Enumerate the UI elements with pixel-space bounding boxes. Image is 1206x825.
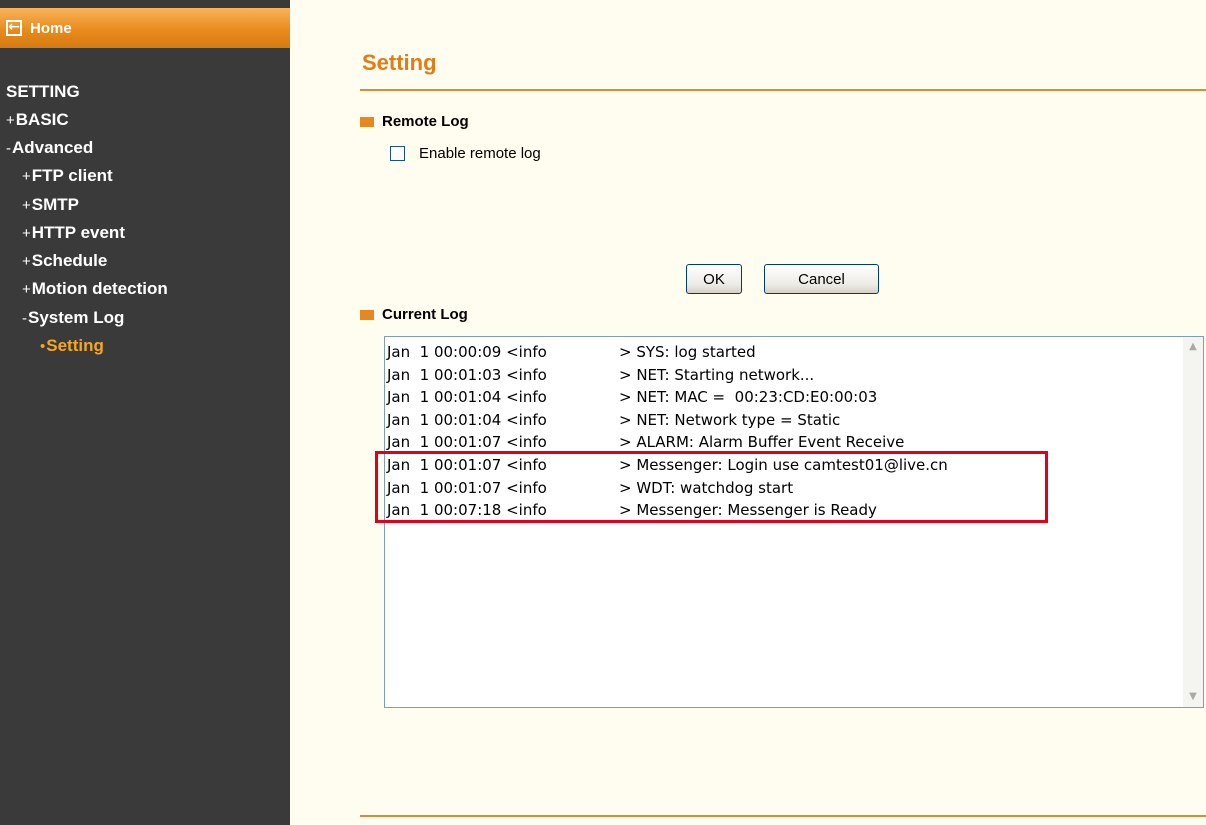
bullet-marker: • xyxy=(40,338,46,355)
sidebar-item-label: System Log xyxy=(28,308,125,327)
log-line: Jan 1 00:01:03 <info > NET: Starting netw… xyxy=(387,364,1181,387)
scroll-up-arrow-icon[interactable]: ▲ xyxy=(1185,339,1201,355)
home-label: Home xyxy=(30,19,72,37)
sidebar-item-label: FTP client xyxy=(31,166,113,185)
log-line: Jan 1 00:01:04 <info > NET: Network type … xyxy=(387,409,1181,432)
back-arrow-icon: ← xyxy=(6,20,22,36)
remote-log-heading-label: Remote Log xyxy=(382,113,469,130)
log-scrollbar[interactable]: ▲ ▼ xyxy=(1183,337,1203,707)
log-time: Jan 1 00:01:07 <info xyxy=(387,433,547,452)
log-time: Jan 1 00:01:03 <info xyxy=(387,365,547,384)
title-divider xyxy=(360,89,1206,91)
expand-marker: + xyxy=(22,281,31,298)
log-time: Jan 1 00:01:04 <info xyxy=(387,410,547,429)
expand-marker: + xyxy=(22,168,31,185)
sidebar-item-label: BASIC xyxy=(15,110,69,129)
sidebar-item-ftp-client[interactable]: +FTP client xyxy=(22,166,113,186)
page-title: Setting xyxy=(362,50,437,75)
expand-marker: + xyxy=(22,197,31,214)
log-time: Jan 1 00:01:07 <info xyxy=(387,455,547,474)
sidebar-item-label: SMTP xyxy=(31,195,79,214)
current-log-heading-label: Current Log xyxy=(382,306,468,323)
scroll-down-arrow-icon[interactable]: ▼ xyxy=(1185,689,1201,705)
enable-remote-log-label[interactable]: Enable remote log xyxy=(419,145,541,162)
remote-log-heading: Remote Log xyxy=(360,113,469,130)
sidebar-item-advanced[interactable]: -Advanced xyxy=(6,138,93,158)
sidebar-item-label: Schedule xyxy=(31,251,108,270)
log-message: > NET: MAC = 00:23:CD:E0:00:03 xyxy=(619,388,878,407)
sidebar-item-label: Setting xyxy=(46,336,104,355)
sidebar-item-setting[interactable]: •Setting xyxy=(40,336,104,356)
log-message: > NET: Network type = Static xyxy=(619,410,841,429)
sidebar-item-label: Advanced xyxy=(12,138,94,157)
sidebar-item-smtp[interactable]: +SMTP xyxy=(22,195,79,215)
log-line: Jan 1 00:01:07 <info > Messenger: Login u… xyxy=(387,454,1181,477)
expand-marker: + xyxy=(22,253,31,270)
log-time: Jan 1 00:01:04 <info xyxy=(387,388,547,407)
sidebar-item-label: HTTP event xyxy=(31,223,125,242)
ok-button[interactable]: OK xyxy=(686,264,742,294)
log-line: Jan 1 00:01:07 <info > ALARM: Alarm Buffe… xyxy=(387,431,1181,454)
bottom-divider xyxy=(360,815,1206,817)
section-bullet-icon xyxy=(360,116,374,127)
collapse-marker: - xyxy=(6,140,11,157)
log-message: > Messenger: Login use camtest01@live.cn xyxy=(619,455,948,474)
sidebar-item-schedule[interactable]: +Schedule xyxy=(22,251,107,271)
log-line: Jan 1 00:07:18 <info > Messenger: Messeng… xyxy=(387,499,1181,522)
cancel-button[interactable]: Cancel xyxy=(764,264,879,294)
log-lines: Jan 1 00:00:09 <info > SYS: log started J… xyxy=(387,341,1181,522)
current-log-textarea[interactable]: Jan 1 00:00:09 <info > SYS: log started J… xyxy=(384,336,1204,708)
remote-log-option: Enable remote log xyxy=(390,145,541,162)
log-message: > SYS: log started xyxy=(619,343,756,361)
log-message: > ALARM: Alarm Buffer Event Receive xyxy=(619,433,905,452)
sidebar-item-basic[interactable]: +BASIC xyxy=(6,110,69,130)
log-time: Jan 1 00:00:09 <info xyxy=(387,343,547,361)
sidebar-heading: SETTING xyxy=(6,82,80,101)
collapse-marker: - xyxy=(22,310,27,327)
expand-marker: + xyxy=(22,225,31,242)
sidebar-item-system-log[interactable]: -System Log xyxy=(22,308,124,328)
log-time: Jan 1 00:01:07 <info xyxy=(387,478,547,497)
expand-marker: + xyxy=(6,112,15,129)
current-log-heading: Current Log xyxy=(360,306,468,323)
sidebar-item-label: Motion detection xyxy=(31,279,168,298)
log-line: Jan 1 00:01:04 <info > NET: MAC = 00:23:C… xyxy=(387,386,1181,409)
log-line: Jan 1 00:01:07 <info > WDT: watchdog star… xyxy=(387,477,1181,500)
log-message: > NET: Starting network... xyxy=(619,365,815,384)
sidebar-item-motion-detection[interactable]: +Motion detection xyxy=(22,279,168,299)
section-bullet-icon xyxy=(360,309,374,320)
log-message: > Messenger: Messenger is Ready xyxy=(619,501,877,520)
sidebar: ← Home SETTING +BASIC -Advanced +FTP cli… xyxy=(0,0,290,825)
enable-remote-log-checkbox[interactable] xyxy=(390,146,405,161)
log-line: Jan 1 00:00:09 <info > SYS: log started xyxy=(387,341,1181,364)
sidebar-item-http-event[interactable]: +HTTP event xyxy=(22,223,125,243)
home-link[interactable]: ← Home xyxy=(0,8,290,48)
log-message: > WDT: watchdog start xyxy=(619,478,794,497)
log-time: Jan 1 00:07:18 <info xyxy=(387,501,547,520)
